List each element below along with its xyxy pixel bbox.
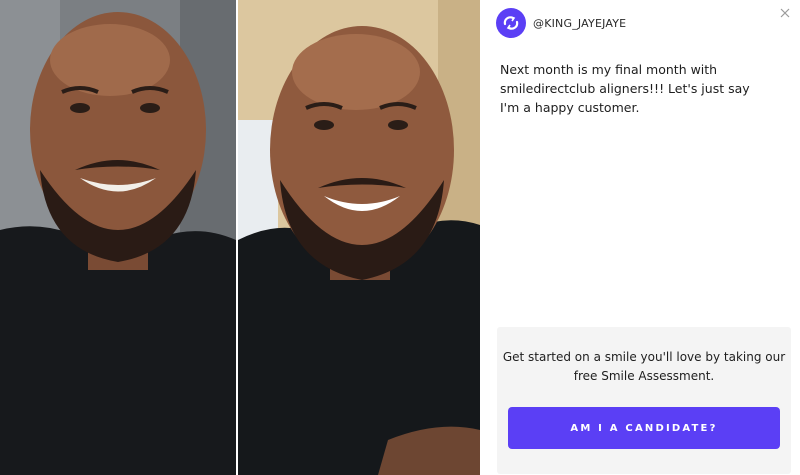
brand-logo-icon	[496, 8, 526, 38]
post-panel: @KING_JAYEJAYE Next month is my final mo…	[480, 0, 800, 475]
am-i-a-candidate-button[interactable]: AM I A CANDIDATE?	[508, 407, 780, 449]
cta-box: Get started on a smile you'll love by ta…	[497, 327, 791, 474]
after-photo	[238, 0, 480, 475]
before-photo	[0, 0, 236, 475]
post-header: @KING_JAYEJAYE	[496, 8, 626, 38]
photo-comparison	[0, 0, 480, 475]
cta-text: Get started on a smile you'll love by ta…	[502, 350, 786, 383]
user-handle: @KING_JAYEJAYE	[533, 16, 627, 30]
close-button[interactable]	[778, 6, 792, 20]
close-icon[interactable]	[780, 8, 790, 18]
post-caption: Next month is my final month with smiled…	[500, 62, 750, 115]
